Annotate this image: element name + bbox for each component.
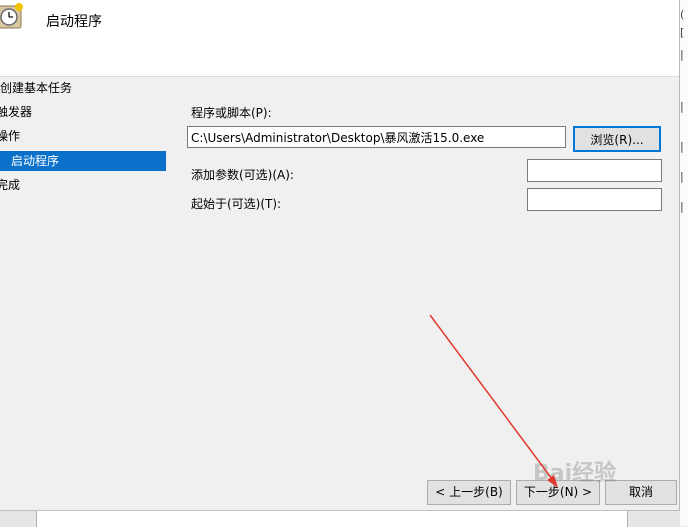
dialog-title: 启动程序 [46, 14, 102, 30]
background-window-panel [36, 511, 628, 527]
step-start-program[interactable]: 启动程序 [0, 151, 166, 171]
step-finish[interactable]: 完成 [0, 175, 20, 195]
program-script-label: 程序或脚本(P): [191, 106, 272, 120]
arguments-label: 添加参数(可选)(A): [191, 168, 294, 182]
program-script-input[interactable] [187, 126, 566, 148]
baidu-watermark: Bai经验 [533, 461, 617, 486]
background-window-edge: ( [ | | | | | [679, 0, 688, 526]
browse-button[interactable]: 浏览(R)... [573, 126, 661, 152]
start-in-input[interactable] [527, 188, 662, 211]
step-trigger[interactable]: 触发器 [0, 102, 32, 122]
arguments-input[interactable] [527, 159, 662, 182]
back-button[interactable]: < 上一步(B) [427, 480, 511, 505]
step-action[interactable]: 操作 [0, 126, 20, 146]
start-in-label: 起始于(可选)(T): [191, 197, 282, 211]
step-create-basic-task[interactable]: 创建基本任务 [0, 78, 72, 98]
annotation-arrow [429, 314, 558, 488]
background-window-bottom [0, 510, 680, 527]
task-clock-icon [0, 2, 24, 32]
dialog-header: 启动程序 [0, 0, 680, 77]
